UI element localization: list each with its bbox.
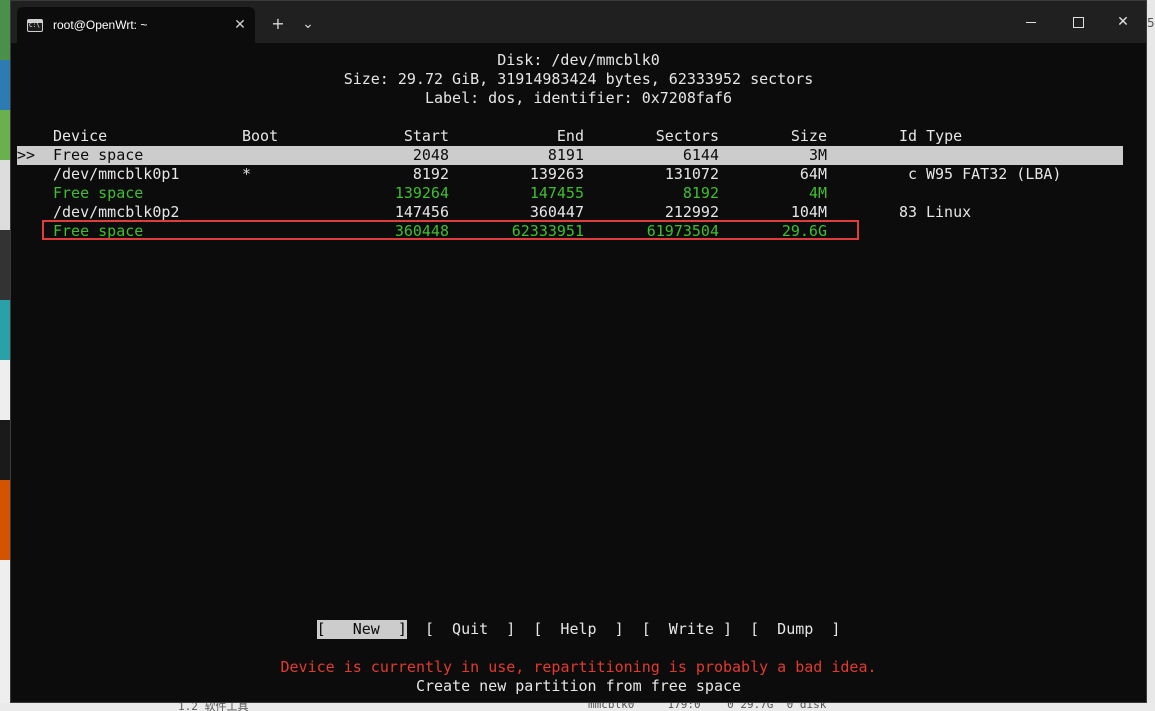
row-sectors: 6144	[682, 146, 719, 164]
row-boot: *	[242, 165, 252, 183]
tab-dropdown-icon[interactable]: ⌄	[295, 11, 321, 37]
row-end: 147455	[529, 184, 584, 202]
write-button[interactable]: [ Write ]	[642, 620, 732, 639]
disk-title: Disk: /dev/mmcblk0	[497, 51, 660, 69]
desktop-left-edge	[0, 0, 10, 711]
row-device: /dev/mmcblk0p1	[53, 165, 180, 183]
desktop-right-text: 5	[1147, 16, 1155, 30]
disk-label: Label: dos, identifier: 0x7208faf6	[424, 89, 733, 107]
row-end: 8191	[547, 146, 584, 164]
hint-message: Create new partition from free space	[415, 677, 742, 695]
table-row[interactable]: /dev/mmcblk0p1 * 8192 139263 131072 64M …	[11, 165, 1146, 184]
row-sectors: 131072	[664, 165, 719, 183]
row-size: 3M	[808, 146, 827, 164]
table-header: Device Boot Start End Sectors Size Id Ty…	[11, 127, 1146, 146]
row-start: 2048	[412, 146, 449, 164]
header-size: Size	[790, 127, 827, 145]
header-boot: Boot	[242, 127, 279, 145]
row-start: 8192	[412, 165, 449, 183]
row-size: 64M	[799, 165, 827, 183]
desktop-right-edge: 5	[1147, 0, 1155, 711]
table-row[interactable]: Free space 139264 147455 8192 4M	[11, 184, 1146, 203]
row-id: c	[907, 165, 917, 183]
header-sectors: Sectors	[655, 127, 719, 145]
row-type: Linux	[926, 203, 972, 221]
close-window-button[interactable]: ✕	[1103, 7, 1143, 37]
terminal-tab[interactable]: root@OpenWrt: ~ ✕	[17, 7, 255, 43]
row-type: W95 FAT32 (LBA)	[926, 165, 1062, 183]
minimize-button[interactable]	[1011, 7, 1051, 37]
row-sectors: 8192	[682, 184, 719, 202]
maximize-icon	[1072, 16, 1084, 28]
new-tab-button[interactable]: +	[265, 11, 291, 37]
table-row-selected[interactable]: >> Free space 2048 8191 6144 3M	[17, 146, 1123, 165]
header-id-type: Id Type	[899, 127, 963, 145]
disk-size: Size: 29.72 GiB, 31914983424 bytes, 6233…	[343, 70, 814, 88]
row-end: 139263	[529, 165, 584, 183]
row-device: Free space	[53, 184, 144, 202]
dump-button[interactable]: [ Dump ]	[750, 620, 840, 639]
row-device: Free space	[53, 146, 144, 164]
desktop-bottom-right-text: mmcblk0 179:0 0 29.7G 0 disk	[588, 703, 827, 711]
minimize-icon	[1026, 21, 1036, 23]
header-end: End	[556, 127, 584, 145]
row-start: 139264	[394, 184, 449, 202]
warning-message: Device is currently in use, repartitioni…	[280, 658, 877, 676]
action-menu: [ New ] [ Quit ] [ Help ] [ Write ] [ Du…	[11, 620, 1146, 639]
desktop-bottom-edge: 1.2 软件工具 mmcblk0 179:0 0 29.7G 0 disk	[0, 703, 1155, 711]
new-button[interactable]: [ New ]	[316, 620, 407, 639]
desktop-bottom-left-text: 1.2 软件工具	[178, 703, 249, 711]
terminal-content[interactable]: Disk: /dev/mmcblk0 Size: 29.72 GiB, 3191…	[11, 43, 1146, 703]
terminal-window: root@OpenWrt: ~ ✕ + ⌄ ✕ Disk: /dev/mmcbl…	[10, 0, 1147, 703]
tab-title: root@OpenWrt: ~	[53, 18, 148, 32]
title-bar: root@OpenWrt: ~ ✕ + ⌄ ✕	[11, 1, 1146, 43]
terminal-icon	[27, 18, 43, 32]
row-cursor: >>	[17, 146, 36, 164]
help-button[interactable]: [ Help ]	[533, 620, 623, 639]
tab-close-icon[interactable]: ✕	[231, 16, 249, 34]
annotation-highlight-box	[42, 220, 859, 240]
header-start: Start	[403, 127, 449, 145]
row-size: 4M	[808, 184, 827, 202]
row-id: 83	[899, 203, 918, 221]
header-device: Device	[53, 127, 108, 145]
quit-button[interactable]: [ Quit ]	[425, 620, 515, 639]
maximize-button[interactable]	[1058, 7, 1098, 37]
